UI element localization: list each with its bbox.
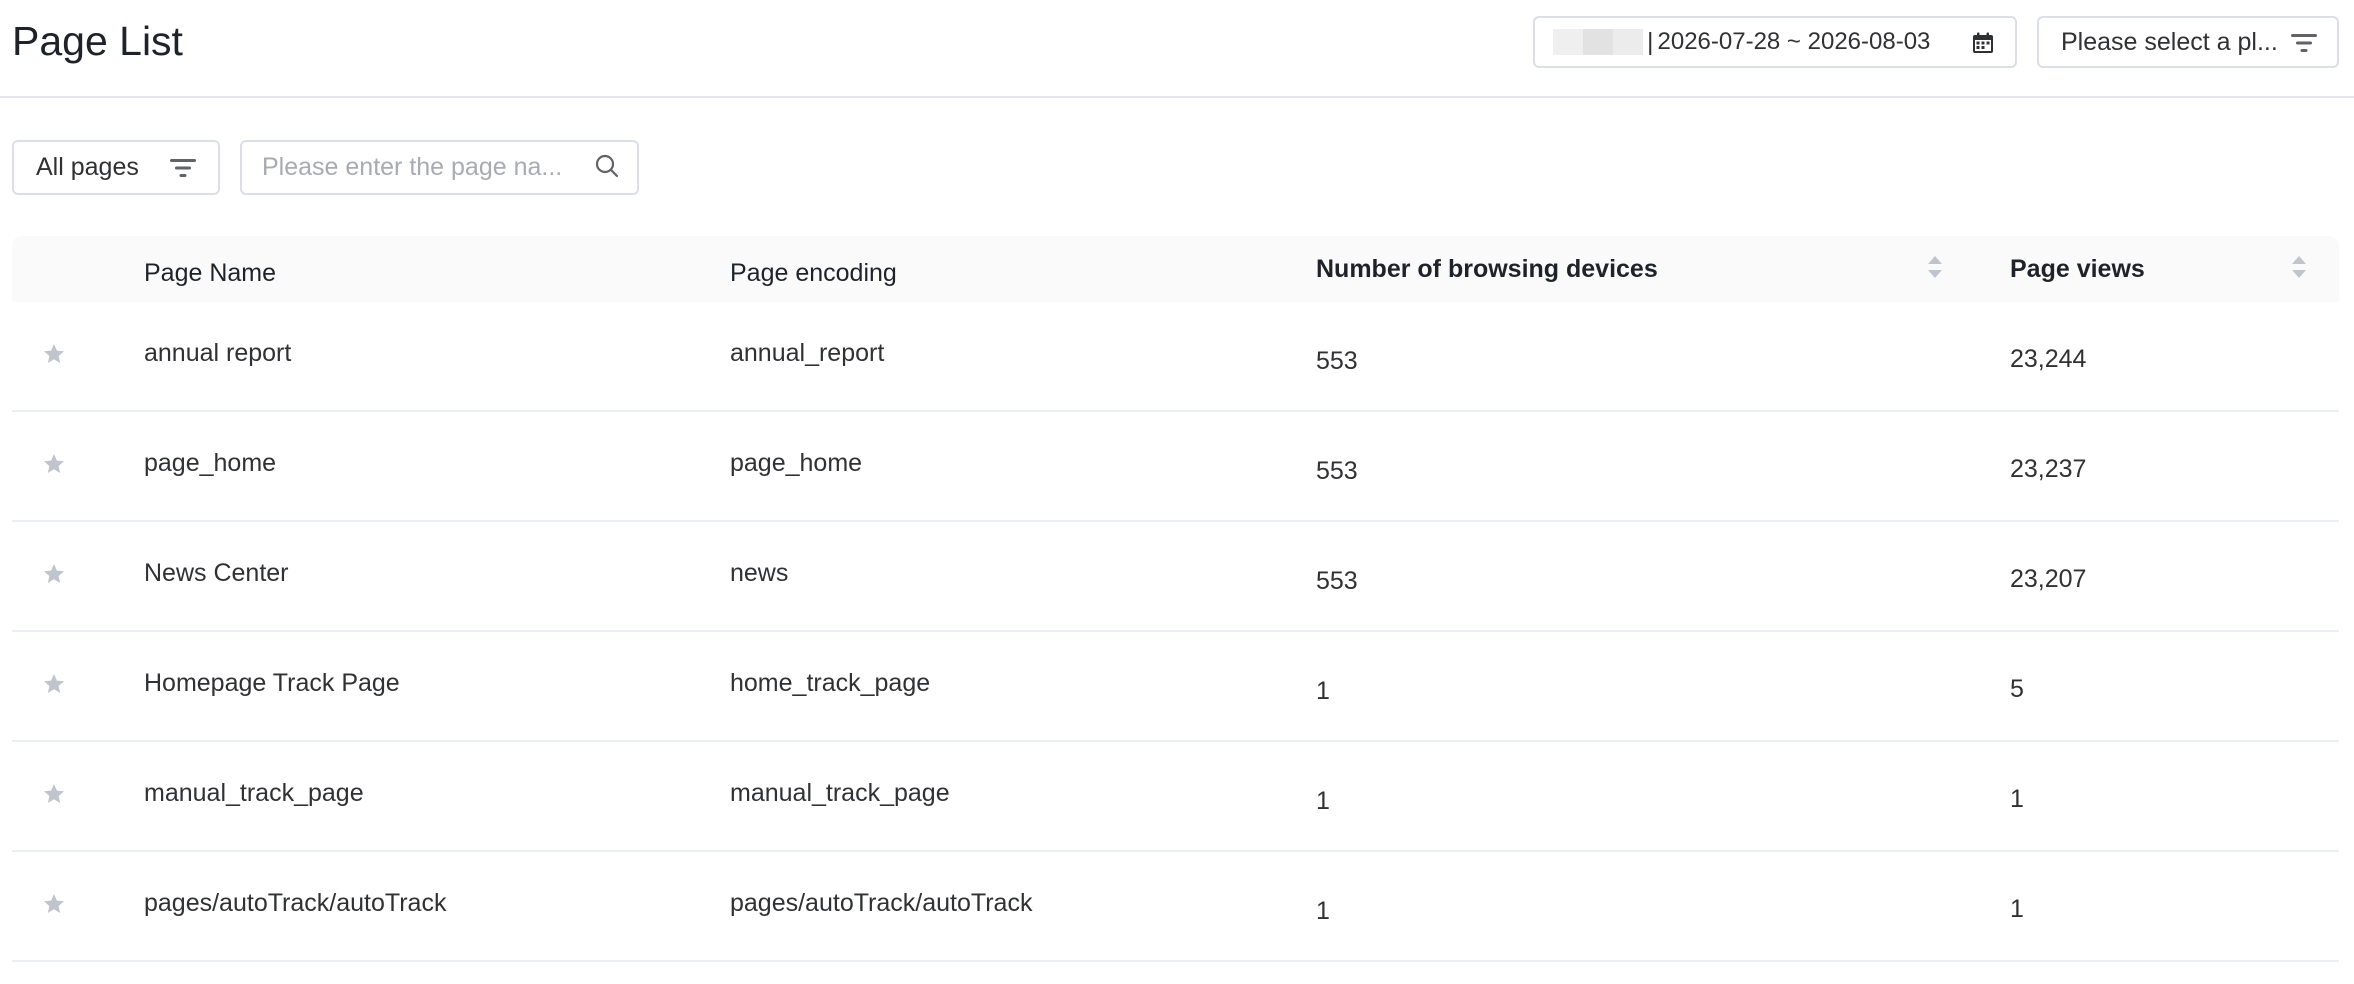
column-header-page-views[interactable]: Page views <box>2010 254 2145 284</box>
page-encoding-cell: annual_report <box>730 339 885 367</box>
star-icon[interactable] <box>42 452 66 476</box>
page-table: Page Name Page encoding Number of browsi… <box>12 236 2339 962</box>
table-row[interactable]: pages/autoTrack/autoTrack pages/autoTrac… <box>12 852 2339 962</box>
column-header-page-name: Page Name <box>144 259 277 287</box>
page-encoding-cell: home_track_page <box>730 669 931 697</box>
page-title: Page List <box>12 18 183 64</box>
table-row[interactable]: News Center news 553 23,207 <box>12 522 2339 632</box>
date-range-picker[interactable]: | 2026-07-28 ~ 2026-08-03 <box>1533 16 2017 68</box>
browsing-devices-cell: 1 <box>1316 677 1330 705</box>
filter-icon <box>170 159 196 177</box>
page-search-input[interactable] <box>262 142 582 193</box>
table-row[interactable]: annual report annual_report 553 23,244 <box>12 302 2339 412</box>
page-search-box <box>240 140 639 195</box>
sort-icon[interactable] <box>2291 253 2307 283</box>
page-views-cell: 23,237 <box>2010 455 2087 483</box>
page-name-cell[interactable]: Homepage Track Page <box>144 668 400 698</box>
page-header: Page List | 2026-07-28 ~ 2026-08-03 Plea… <box>0 0 2354 98</box>
page-encoding-cell: manual_track_page <box>730 779 950 807</box>
browsing-devices-cell: 1 <box>1316 787 1330 815</box>
browsing-devices-cell: 1 <box>1316 897 1330 925</box>
table-row[interactable]: Homepage Track Page home_track_page 1 5 <box>12 632 2339 742</box>
browsing-devices-cell: 553 <box>1316 567 1358 595</box>
table-body: annual report annual_report 553 23,244 p… <box>12 302 2339 962</box>
page-name-cell[interactable]: manual_track_page <box>144 778 364 808</box>
platform-select[interactable]: Please select a pl... <box>2037 16 2339 68</box>
page-encoding-cell: page_home <box>730 449 863 477</box>
pages-filter-dropdown[interactable]: All pages <box>12 140 220 195</box>
date-range-text: 2026-07-28 ~ 2026-08-03 <box>1657 28 1931 55</box>
pages-filter-label: All pages <box>36 153 139 181</box>
page-name-cell[interactable]: page_home <box>144 448 276 478</box>
page-views-cell: 23,207 <box>2010 565 2087 593</box>
page-name-cell[interactable]: annual report <box>144 338 291 368</box>
star-icon[interactable] <box>42 782 66 806</box>
date-separator: | <box>1647 27 1654 56</box>
blurred-label <box>1553 29 1643 55</box>
platform-select-placeholder: Please select a pl... <box>2061 27 2278 56</box>
page-encoding-cell: pages/autoTrack/autoTrack <box>730 889 1033 917</box>
table-header: Page Name Page encoding Number of browsi… <box>12 236 2339 302</box>
star-icon[interactable] <box>42 892 66 916</box>
page-name-cell[interactable]: pages/autoTrack/autoTrack <box>144 888 446 918</box>
page-name-cell[interactable]: News Center <box>144 558 289 588</box>
star-icon[interactable] <box>42 562 66 586</box>
star-icon[interactable] <box>42 342 66 366</box>
sort-icon[interactable] <box>1927 253 1943 283</box>
page-views-cell: 1 <box>2010 785 2024 813</box>
browsing-devices-cell: 553 <box>1316 457 1358 485</box>
browsing-devices-cell: 553 <box>1316 347 1358 375</box>
column-header-page-encoding: Page encoding <box>730 259 897 287</box>
filter-icon <box>2291 34 2317 52</box>
table-row[interactable]: manual_track_page manual_track_page 1 1 <box>12 742 2339 852</box>
column-header-browsing-devices[interactable]: Number of browsing devices <box>1316 254 1658 284</box>
page-views-cell: 1 <box>2010 895 2024 923</box>
star-icon[interactable] <box>42 672 66 696</box>
search-icon[interactable] <box>594 153 620 179</box>
page-views-cell: 5 <box>2010 675 2024 703</box>
calendar-icon <box>1973 32 1993 53</box>
table-row[interactable]: page_home page_home 553 23,237 <box>12 412 2339 522</box>
page-views-cell: 23,244 <box>2010 345 2087 373</box>
page-encoding-cell: news <box>730 559 789 587</box>
